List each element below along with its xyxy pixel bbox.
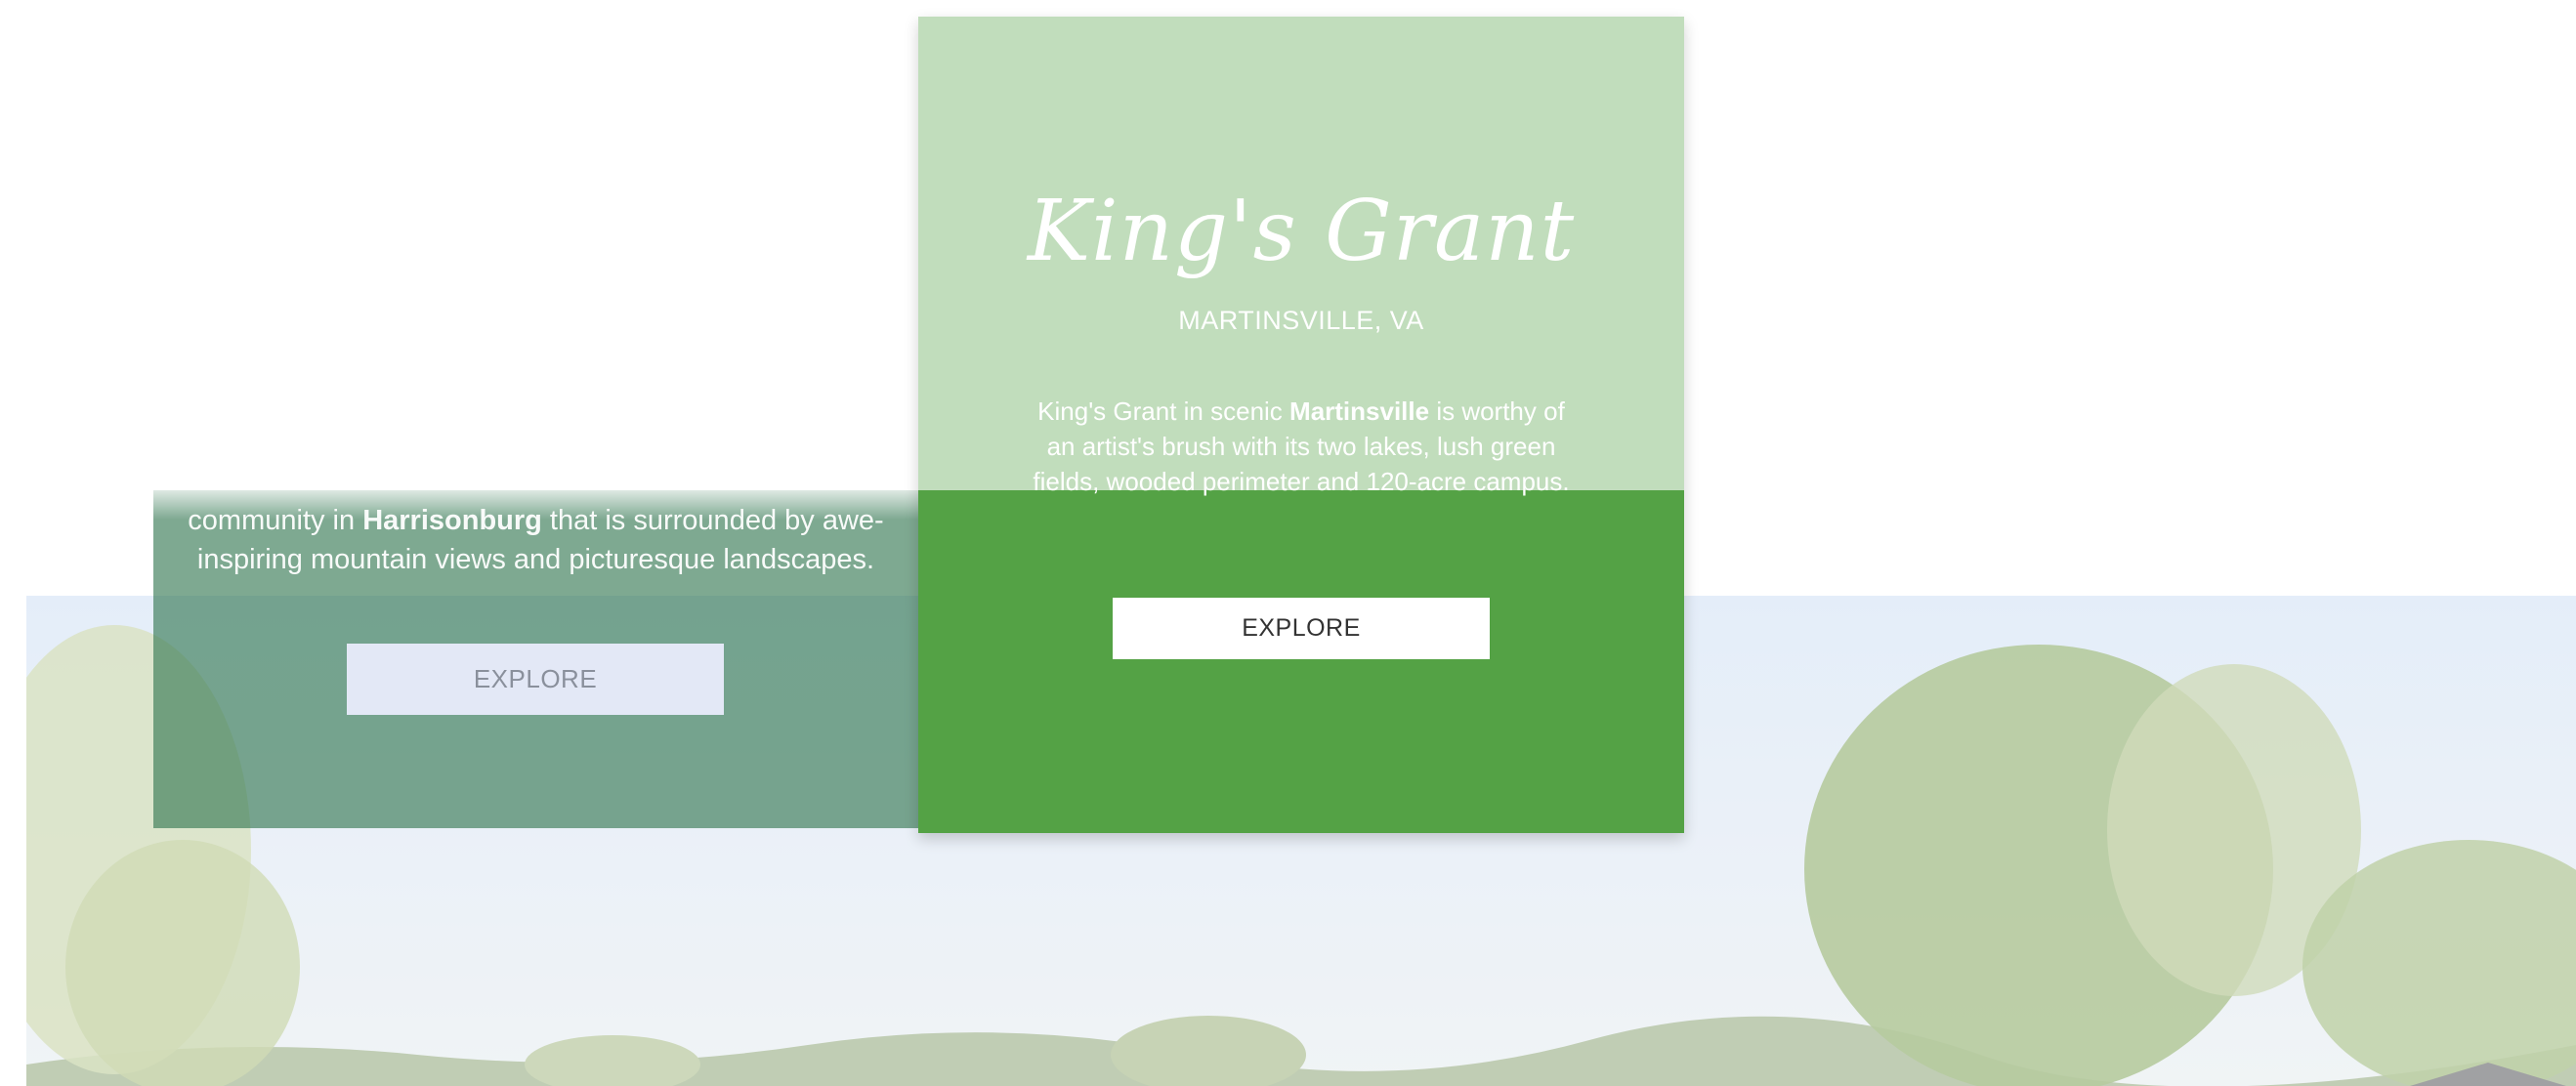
card-fade [153,480,918,520]
community-card-harrisonburg: community in Harrisonburg that is surrou… [153,490,918,828]
community-title: King's Grant [1027,183,1576,280]
explore-button[interactable]: EXPLORE [1113,598,1490,659]
community-card-kings-grant: King's Grant MARTINSVILLE, VA King's Gra… [918,17,1684,833]
community-description: King's Grant in scenic Martinsville is w… [1033,397,1570,496]
community-location: MARTINSVILLE, VA [1178,306,1424,335]
explore-button[interactable]: EXPLORE [347,644,724,715]
city-name: Martinsville [1289,397,1430,426]
